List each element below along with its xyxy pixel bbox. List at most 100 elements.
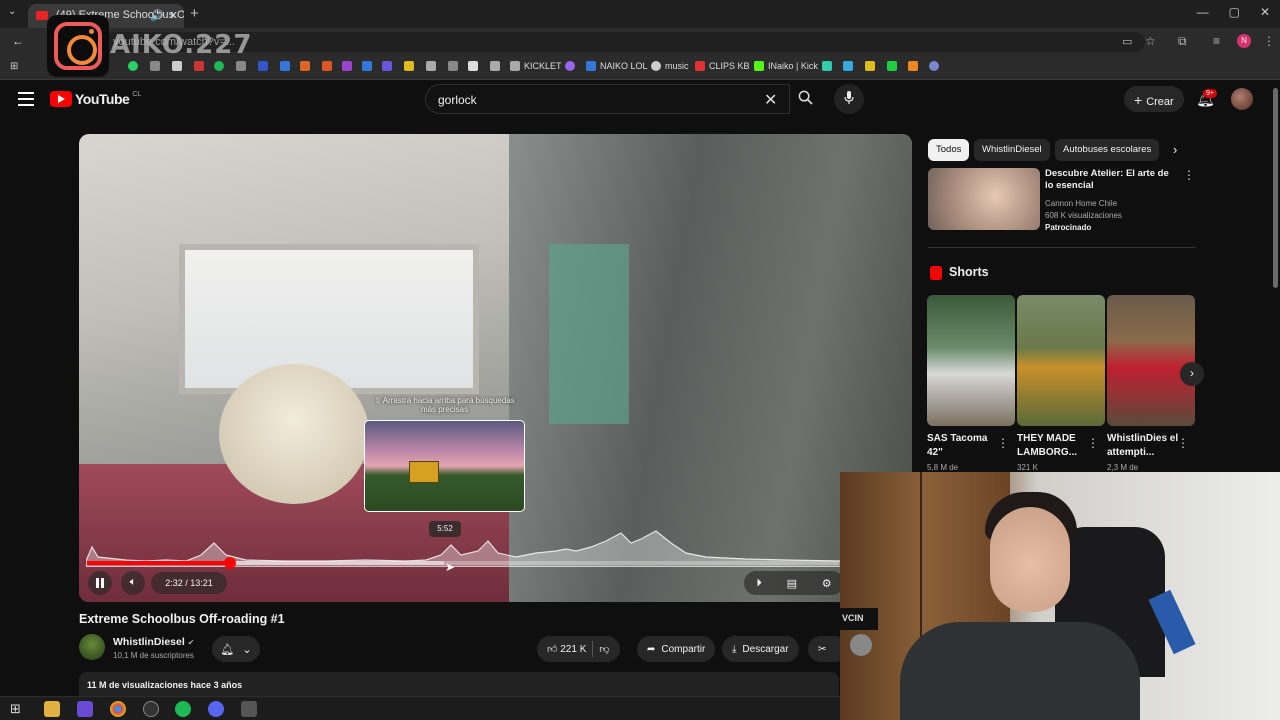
bookmark-4[interactable]: [280, 61, 290, 71]
clear-search-icon[interactable]: ✕: [764, 90, 777, 110]
star-icon[interactable]: ☆: [1145, 34, 1156, 48]
back-arrow-icon[interactable]: ←: [12, 34, 24, 48]
close-tab-icon[interactable]: ✕: [169, 9, 178, 22]
shorts-next-arrow-icon[interactable]: ›: [1180, 362, 1204, 386]
bookmark-1[interactable]: [150, 61, 160, 71]
volume-button[interactable]: 🔈︎: [121, 571, 145, 595]
bookmark-kicklet[interactable]: KICKLET: [510, 61, 562, 71]
channel-name[interactable]: WhistlinDiesel ✔: [113, 636, 194, 648]
bookmark-19[interactable]: [887, 61, 897, 71]
bookmark-10[interactable]: [404, 61, 414, 71]
short-thumbnail[interactable]: [927, 295, 1015, 426]
bookmark-21[interactable]: [929, 61, 939, 71]
create-button[interactable]: + Crear: [1124, 86, 1184, 112]
voice-search-button[interactable]: [834, 84, 864, 114]
maximize-button[interactable]: ▢: [1229, 5, 1240, 19]
app-icon[interactable]: [77, 701, 93, 717]
bookmark-clips-kb[interactable]: CLIPS KB: [695, 61, 750, 71]
dislike-button[interactable]: 👎︎: [599, 643, 609, 655]
chevron-down-icon: ⌄: [242, 643, 252, 656]
user-avatar[interactable]: [1231, 88, 1253, 110]
bookmark-spotify[interactable]: [214, 61, 224, 71]
video-title: Extreme Schoolbus Off-roading #1: [79, 612, 285, 626]
bookmark-11[interactable]: [426, 61, 436, 71]
bookmark-icon: [822, 61, 832, 71]
bookmark-13[interactable]: [468, 61, 478, 71]
minimize-button[interactable]: —: [1197, 5, 1209, 19]
bookmark-17[interactable]: [843, 61, 853, 71]
apps-grid-icon[interactable]: ⊞: [10, 61, 18, 72]
speaker-icon[interactable]: 🔊: [150, 9, 164, 22]
short-title[interactable]: SAS Tacoma 42": [927, 432, 1001, 460]
short-title[interactable]: WhistlinDies el attempti...: [1107, 432, 1181, 460]
channel-avatar[interactable]: [79, 634, 105, 660]
bookmark-music[interactable]: music: [651, 61, 689, 71]
discord-icon[interactable]: [208, 701, 224, 717]
tab-search-icon[interactable]: ⌄: [8, 6, 16, 17]
volume-icon: 🔈︎: [129, 576, 137, 588]
bookmark-18[interactable]: [865, 61, 875, 71]
ad-more-icon[interactable]: ⋮: [1183, 168, 1195, 182]
chrome-icon[interactable]: [110, 701, 126, 717]
chip-whistlindiesel[interactable]: WhistlinDiesel: [974, 139, 1050, 161]
progress-bar[interactable]: [87, 557, 839, 569]
page-scrollbar[interactable]: [1273, 88, 1278, 288]
short-title[interactable]: THEY MADE LAMBORG...: [1017, 432, 1091, 460]
subtitles-icon[interactable]: ▤: [787, 577, 797, 590]
chips-next-arrow-icon[interactable]: ›: [1173, 142, 1177, 157]
bookmark-14[interactable]: [490, 61, 500, 71]
short-thumbnail[interactable]: [1107, 295, 1195, 426]
bookmark-8[interactable]: [362, 61, 372, 71]
bookmark-9[interactable]: [382, 61, 392, 71]
video-player[interactable]: ⇧ Arrastra hacia arriba para búsquedas m…: [79, 134, 912, 602]
share-button[interactable]: ➦ Compartir: [637, 636, 716, 662]
search-input[interactable]: gorlock: [425, 84, 790, 114]
short-thumbnail[interactable]: [1017, 295, 1105, 426]
calculator-icon[interactable]: [241, 701, 257, 717]
progress-scrubber-handle[interactable]: [223, 557, 236, 569]
extensions-icon[interactable]: ⧉: [1178, 34, 1187, 49]
short-more-icon[interactable]: ⋮: [997, 436, 1009, 450]
spotify-icon[interactable]: [175, 701, 191, 717]
pause-button[interactable]: [88, 571, 112, 595]
ad-thumbnail[interactable]: [928, 168, 1040, 230]
cast-icon[interactable]: ▭: [1122, 35, 1132, 48]
instagram-icon: [47, 15, 109, 77]
bookmark-3[interactable]: [258, 61, 268, 71]
settings-gear-icon[interactable]: ⚙: [822, 577, 832, 590]
search-button[interactable]: [790, 84, 820, 114]
windows-start-icon[interactable]: ⊞: [10, 701, 26, 717]
autoplay-toggle-icon[interactable]: ⏵: [756, 577, 762, 590]
bookmark-6[interactable]: [322, 61, 332, 71]
obs-icon[interactable]: [143, 701, 159, 717]
bookmark-2[interactable]: [236, 61, 246, 71]
short-more-icon[interactable]: ⋮: [1177, 436, 1189, 450]
file-explorer-icon[interactable]: [44, 701, 60, 717]
bookmark-15[interactable]: [565, 61, 575, 71]
bookmark-5[interactable]: [300, 61, 310, 71]
subscription-bell-button[interactable]: 🔔︎ ⌄: [212, 636, 260, 662]
media-icon[interactable]: ≡: [1213, 34, 1220, 48]
profile-icon[interactable]: N: [1237, 34, 1251, 48]
bookmark-whatsapp[interactable]: [128, 61, 138, 71]
like-button[interactable]: 👍︎ 221 K: [547, 643, 586, 655]
more-menu-icon[interactable]: ⋮: [1263, 34, 1275, 48]
chip-autobuses-escolares[interactable]: Autobuses escolares: [1055, 139, 1160, 161]
bookmark-naiko-lol[interactable]: NAIKO LOL: [586, 61, 648, 71]
bookmark-12[interactable]: [448, 61, 458, 71]
chip-todos[interactable]: Todos: [928, 139, 970, 161]
url-field[interactable]: youtube.com/watch?v=...: [105, 32, 1145, 52]
ad-title[interactable]: Descubre Atelier: El arte de lo esencial: [1045, 168, 1175, 192]
download-button[interactable]: ⤓ Descargar: [722, 636, 799, 662]
new-tab-button[interactable]: +: [190, 5, 199, 22]
hamburger-menu-icon[interactable]: [18, 92, 34, 106]
bookmark-x[interactable]: [172, 61, 182, 71]
bookmark-16[interactable]: [822, 61, 832, 71]
bookmark-20[interactable]: [908, 61, 918, 71]
short-more-icon[interactable]: ⋮: [1087, 436, 1099, 450]
bookmark-7[interactable]: [342, 61, 352, 71]
bookmark-naiko-kick[interactable]: INaiko | Kick: [754, 61, 818, 71]
bookmark-tiktok[interactable]: [194, 61, 204, 71]
close-window-button[interactable]: ✕: [1260, 5, 1270, 19]
youtube-logo[interactable]: YouTube CL: [50, 91, 141, 107]
